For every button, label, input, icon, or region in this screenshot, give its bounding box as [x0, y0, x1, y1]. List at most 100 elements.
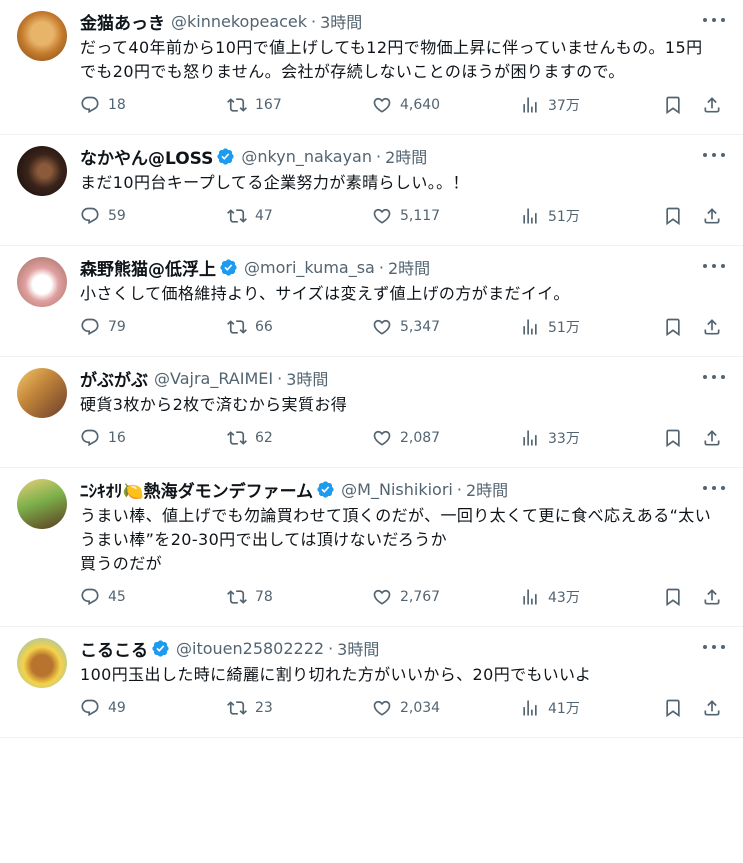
views-button[interactable]: 43万	[520, 582, 580, 612]
tweet-5[interactable]: ﾆｼｷｵﾘ🍋熱海ダモンデファーム @M_Nishikiori · 2時間 うまい…	[0, 468, 743, 627]
bookmark-button[interactable]	[663, 201, 683, 231]
views-button[interactable]: 51万	[520, 312, 580, 342]
user-handle[interactable]: @mori_kuma_sa	[244, 258, 375, 277]
more-options-icon[interactable]	[703, 13, 725, 27]
views-button[interactable]: 33万	[520, 423, 580, 453]
retweet-button[interactable]: 66	[227, 312, 273, 342]
separator-dot: ·	[311, 11, 317, 31]
reply-icon	[81, 207, 99, 225]
tweet-text: うまい棒、値上げでも勿論買わせて頂くのだが、一回り太くて更に食べ応えある“太いう…	[80, 506, 712, 573]
more-options-icon[interactable]	[703, 370, 725, 384]
bookmark-button[interactable]	[663, 312, 683, 342]
share-icon	[704, 208, 720, 224]
like-button[interactable]: 4,640	[372, 90, 440, 120]
avatar[interactable]	[17, 479, 67, 529]
timestamp[interactable]: 2時間	[385, 144, 427, 168]
like-button[interactable]: 2,767	[372, 582, 440, 612]
tweet-4[interactable]: がぶがぶ @Vajra_RAIMEI · 3時間 硬貨3枚から2枚で済むから実質…	[0, 357, 743, 468]
action-bar: 45 78 2,767 43万	[80, 582, 727, 626]
display-name[interactable]: ﾆｼｷｵﾘ🍋熱海ダモンデファーム	[80, 477, 313, 502]
tweet-2[interactable]: なかやん@LOSS @nkyn_nakayan · 2時間 まだ10円台キープし…	[0, 135, 743, 246]
share-button[interactable]	[702, 423, 722, 453]
tweet-header: 金猫あっき @kinnekopeacek · 3時間	[80, 9, 727, 34]
more-options-icon[interactable]	[703, 148, 725, 162]
share-button[interactable]	[702, 582, 722, 612]
avatar[interactable]	[17, 638, 67, 688]
tweet-text: 100円玉出した時に綺麗に割り切れた方がいいから、20円でもいいよ	[80, 665, 592, 684]
timestamp[interactable]: 3時間	[337, 636, 379, 660]
bookmark-button[interactable]	[663, 582, 683, 612]
reply-button[interactable]: 18	[80, 90, 126, 120]
display-name[interactable]: なかやん@LOSS	[80, 144, 213, 169]
tweet-6[interactable]: こるこる @itouen25802222 · 3時間 100円玉出した時に綺麗に…	[0, 627, 743, 738]
tweet-1[interactable]: 金猫あっき @kinnekopeacek · 3時間 だって40年前から10円で…	[0, 0, 743, 135]
timestamp[interactable]: 2時間	[388, 255, 430, 279]
avatar[interactable]	[17, 146, 67, 196]
retweet-button[interactable]: 47	[227, 201, 273, 231]
like-icon	[373, 97, 391, 113]
reply-icon	[81, 588, 99, 606]
reply-button[interactable]: 79	[80, 312, 126, 342]
views-icon	[523, 430, 537, 446]
like-count: 4,640	[400, 97, 441, 113]
timestamp[interactable]: 3時間	[320, 9, 362, 33]
share-button[interactable]	[702, 90, 722, 120]
share-button[interactable]	[702, 693, 722, 723]
user-handle[interactable]: @kinnekopeacek	[171, 12, 307, 31]
share-button[interactable]	[702, 201, 722, 231]
user-handle[interactable]: @itouen25802222	[176, 639, 324, 658]
more-options-icon[interactable]	[703, 259, 725, 273]
tweet-3[interactable]: 森野熊猫@低浮上 @mori_kuma_sa · 2時間 小さくして価格維持より…	[0, 246, 743, 357]
more-options-icon[interactable]	[703, 481, 725, 495]
retweet-button[interactable]: 23	[227, 693, 273, 723]
verified-badge-icon	[217, 147, 235, 165]
user-handle[interactable]: @nkyn_nakayan	[241, 147, 372, 166]
retweet-button[interactable]: 78	[227, 582, 273, 612]
avatar[interactable]	[17, 368, 67, 418]
verified-badge-icon	[317, 480, 334, 498]
retweet-button[interactable]: 62	[227, 423, 273, 453]
retweet-button[interactable]: 167	[227, 90, 282, 120]
share-icon	[704, 430, 720, 446]
reply-button[interactable]: 45	[80, 582, 126, 612]
separator-dot: ·	[378, 257, 384, 277]
tweet-header: 森野熊猫@低浮上 @mori_kuma_sa · 2時間	[80, 255, 727, 280]
avatar[interactable]	[17, 257, 67, 307]
bookmark-button[interactable]	[663, 423, 683, 453]
reply-button[interactable]: 49	[80, 693, 126, 723]
timestamp[interactable]: 3時間	[286, 366, 328, 390]
retweet-icon	[227, 209, 247, 223]
view-count: 51万	[548, 320, 580, 336]
retweet-icon	[227, 431, 247, 445]
views-icon	[523, 319, 537, 335]
reply-button[interactable]: 59	[80, 201, 126, 231]
views-icon	[523, 700, 537, 716]
share-button[interactable]	[702, 312, 722, 342]
like-button[interactable]: 5,117	[372, 201, 440, 231]
bookmark-button[interactable]	[663, 90, 683, 120]
avatar[interactable]	[17, 11, 67, 61]
reply-icon	[81, 96, 99, 114]
user-handle[interactable]: @Vajra_RAIMEI	[154, 369, 273, 388]
views-button[interactable]: 41万	[520, 693, 580, 723]
view-count: 41万	[548, 701, 580, 717]
bookmark-button[interactable]	[663, 693, 683, 723]
like-count: 2,767	[400, 589, 441, 605]
reply-button[interactable]: 16	[80, 423, 126, 453]
views-icon	[523, 97, 537, 113]
views-button[interactable]: 51万	[520, 201, 580, 231]
user-handle[interactable]: @M_Nishikiori	[341, 480, 453, 499]
like-button[interactable]: 2,087	[372, 423, 440, 453]
like-button[interactable]: 5,347	[372, 312, 440, 342]
timestamp[interactable]: 2時間	[466, 477, 508, 501]
display-name[interactable]: こるこる	[80, 636, 148, 661]
retweet-count: 78	[255, 589, 273, 605]
separator-dot: ·	[376, 146, 382, 166]
views-button[interactable]: 37万	[520, 90, 580, 120]
reply-count: 49	[108, 700, 126, 716]
like-button[interactable]: 2,034	[372, 693, 440, 723]
display-name[interactable]: 金猫あっき	[80, 9, 165, 34]
display-name[interactable]: 森野熊猫@低浮上	[80, 255, 216, 280]
display-name[interactable]: がぶがぶ	[80, 366, 148, 391]
more-options-icon[interactable]	[703, 640, 725, 654]
